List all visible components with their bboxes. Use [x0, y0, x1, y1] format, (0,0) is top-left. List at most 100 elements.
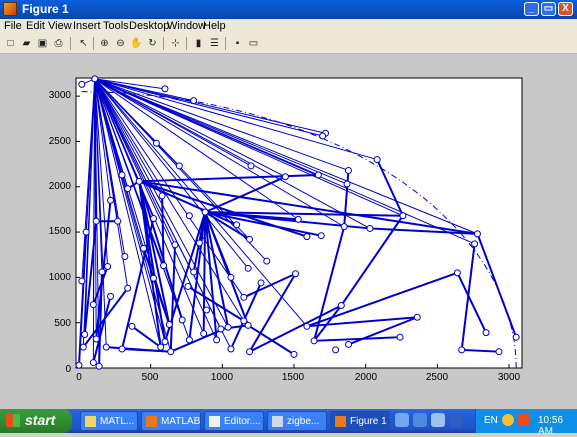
sensor-node — [247, 162, 255, 170]
sensor-node — [344, 340, 352, 348]
quicklaunch-icon[interactable] — [431, 413, 445, 427]
sensor-node — [78, 277, 86, 285]
taskbar-item-zigbee[interactable]: zigbe... — [267, 411, 327, 431]
sensor-node — [471, 240, 479, 248]
sensor-node — [135, 177, 143, 185]
sensor-node — [190, 268, 198, 276]
taskbar-item-matlab[interactable]: MATLAB — [141, 411, 201, 431]
hub-node — [91, 75, 99, 83]
sensor-node — [233, 221, 241, 229]
sensor-node — [190, 97, 198, 105]
sensor-node — [92, 217, 100, 225]
sensor-node — [227, 273, 235, 281]
tray-icon[interactable] — [502, 414, 514, 426]
sensor-node — [175, 162, 183, 170]
sensor-node — [152, 139, 160, 147]
hub-link — [94, 78, 170, 325]
sensor-node — [203, 306, 211, 314]
taskbar-item-editor[interactable]: Editor.... — [204, 411, 264, 431]
sensor-node — [95, 362, 103, 370]
sensor-node — [343, 180, 351, 188]
route-link — [456, 272, 487, 334]
sensor-node — [124, 284, 132, 292]
sensor-node — [124, 185, 132, 193]
sensor-node — [78, 80, 86, 88]
sensor-node — [167, 348, 175, 356]
sensor-node — [185, 212, 193, 220]
sensor-node — [244, 264, 252, 272]
route-link — [476, 233, 518, 338]
sensor-node — [303, 233, 311, 241]
route-link — [204, 212, 218, 340]
sensor-node — [140, 244, 147, 252]
sensor-node — [98, 268, 106, 276]
sensor-node — [82, 228, 90, 236]
system-tray: EN 10:56 AM — [475, 409, 577, 437]
sensor-node — [373, 156, 381, 164]
quicklaunch-icon[interactable] — [395, 413, 409, 427]
sensor-node — [344, 166, 352, 174]
sensor-node — [201, 208, 209, 216]
sensor-node — [107, 292, 115, 300]
network-plot — [75, 75, 523, 370]
sensor-node — [291, 270, 299, 278]
sensor-node — [121, 253, 129, 261]
sensor-node — [160, 262, 168, 270]
sensor-node — [89, 359, 97, 367]
sensor-node — [317, 232, 325, 240]
start-button[interactable]: start — [0, 409, 72, 433]
tray-icon[interactable] — [518, 414, 530, 426]
sensor-node — [178, 316, 186, 324]
taskbar: start MATL... MATLAB Editor.... zigbe...… — [0, 409, 577, 437]
quicklaunch-icon[interactable] — [449, 413, 463, 427]
quicklaunch-icon[interactable] — [413, 413, 427, 427]
sensor-node — [473, 230, 481, 238]
sensor-node — [161, 85, 169, 93]
route-link — [343, 170, 350, 227]
axes-frame — [75, 77, 523, 369]
sensor-node — [512, 333, 520, 341]
sensor-node — [107, 196, 115, 204]
taskbar-item-label: MATL... — [100, 416, 135, 427]
sensor-node — [128, 322, 136, 330]
start-label: start — [25, 412, 56, 428]
folder-icon — [85, 416, 96, 427]
sensor-node — [185, 336, 193, 344]
sensor-node — [310, 337, 318, 345]
taskbar-item-label: Editor.... — [224, 416, 261, 427]
clock: 10:56 AM — [538, 415, 564, 437]
sensor-node — [495, 348, 503, 356]
sensor-node — [332, 346, 340, 354]
matlab-icon — [335, 416, 346, 427]
sensor-node — [200, 330, 208, 338]
sensor-node — [161, 338, 169, 346]
taskbar-item-label: MATLAB — [161, 416, 201, 427]
sensor-node — [79, 343, 87, 351]
sensor-node — [399, 212, 407, 220]
sensor-node — [217, 325, 225, 333]
sensor-node — [150, 214, 158, 222]
sensor-node — [340, 223, 348, 231]
sensor-node — [396, 333, 404, 341]
sensor-node — [290, 350, 298, 358]
sensor-node — [171, 241, 179, 249]
sensor-node — [453, 269, 461, 277]
sensor-node — [227, 345, 235, 353]
sensor-node — [303, 322, 311, 330]
sensor-node — [118, 171, 126, 179]
matlab-icon — [146, 416, 157, 427]
taskbar-item-matlab-folder[interactable]: MATL... — [80, 411, 138, 431]
language-indicator[interactable]: EN — [484, 415, 498, 426]
sensor-node — [337, 301, 345, 309]
sensor-node — [366, 224, 374, 232]
route-link — [306, 316, 418, 328]
sensor-node — [92, 335, 100, 343]
sensor-node — [75, 361, 83, 369]
route-link — [188, 212, 207, 341]
sensor-node — [118, 345, 126, 353]
taskbar-item-figure1[interactable]: Figure 1 — [330, 411, 390, 431]
sensor-node — [281, 173, 289, 181]
taskbar-item-label: zigbe... — [287, 416, 320, 427]
sensor-node — [157, 343, 165, 351]
sensor-node — [195, 239, 203, 247]
